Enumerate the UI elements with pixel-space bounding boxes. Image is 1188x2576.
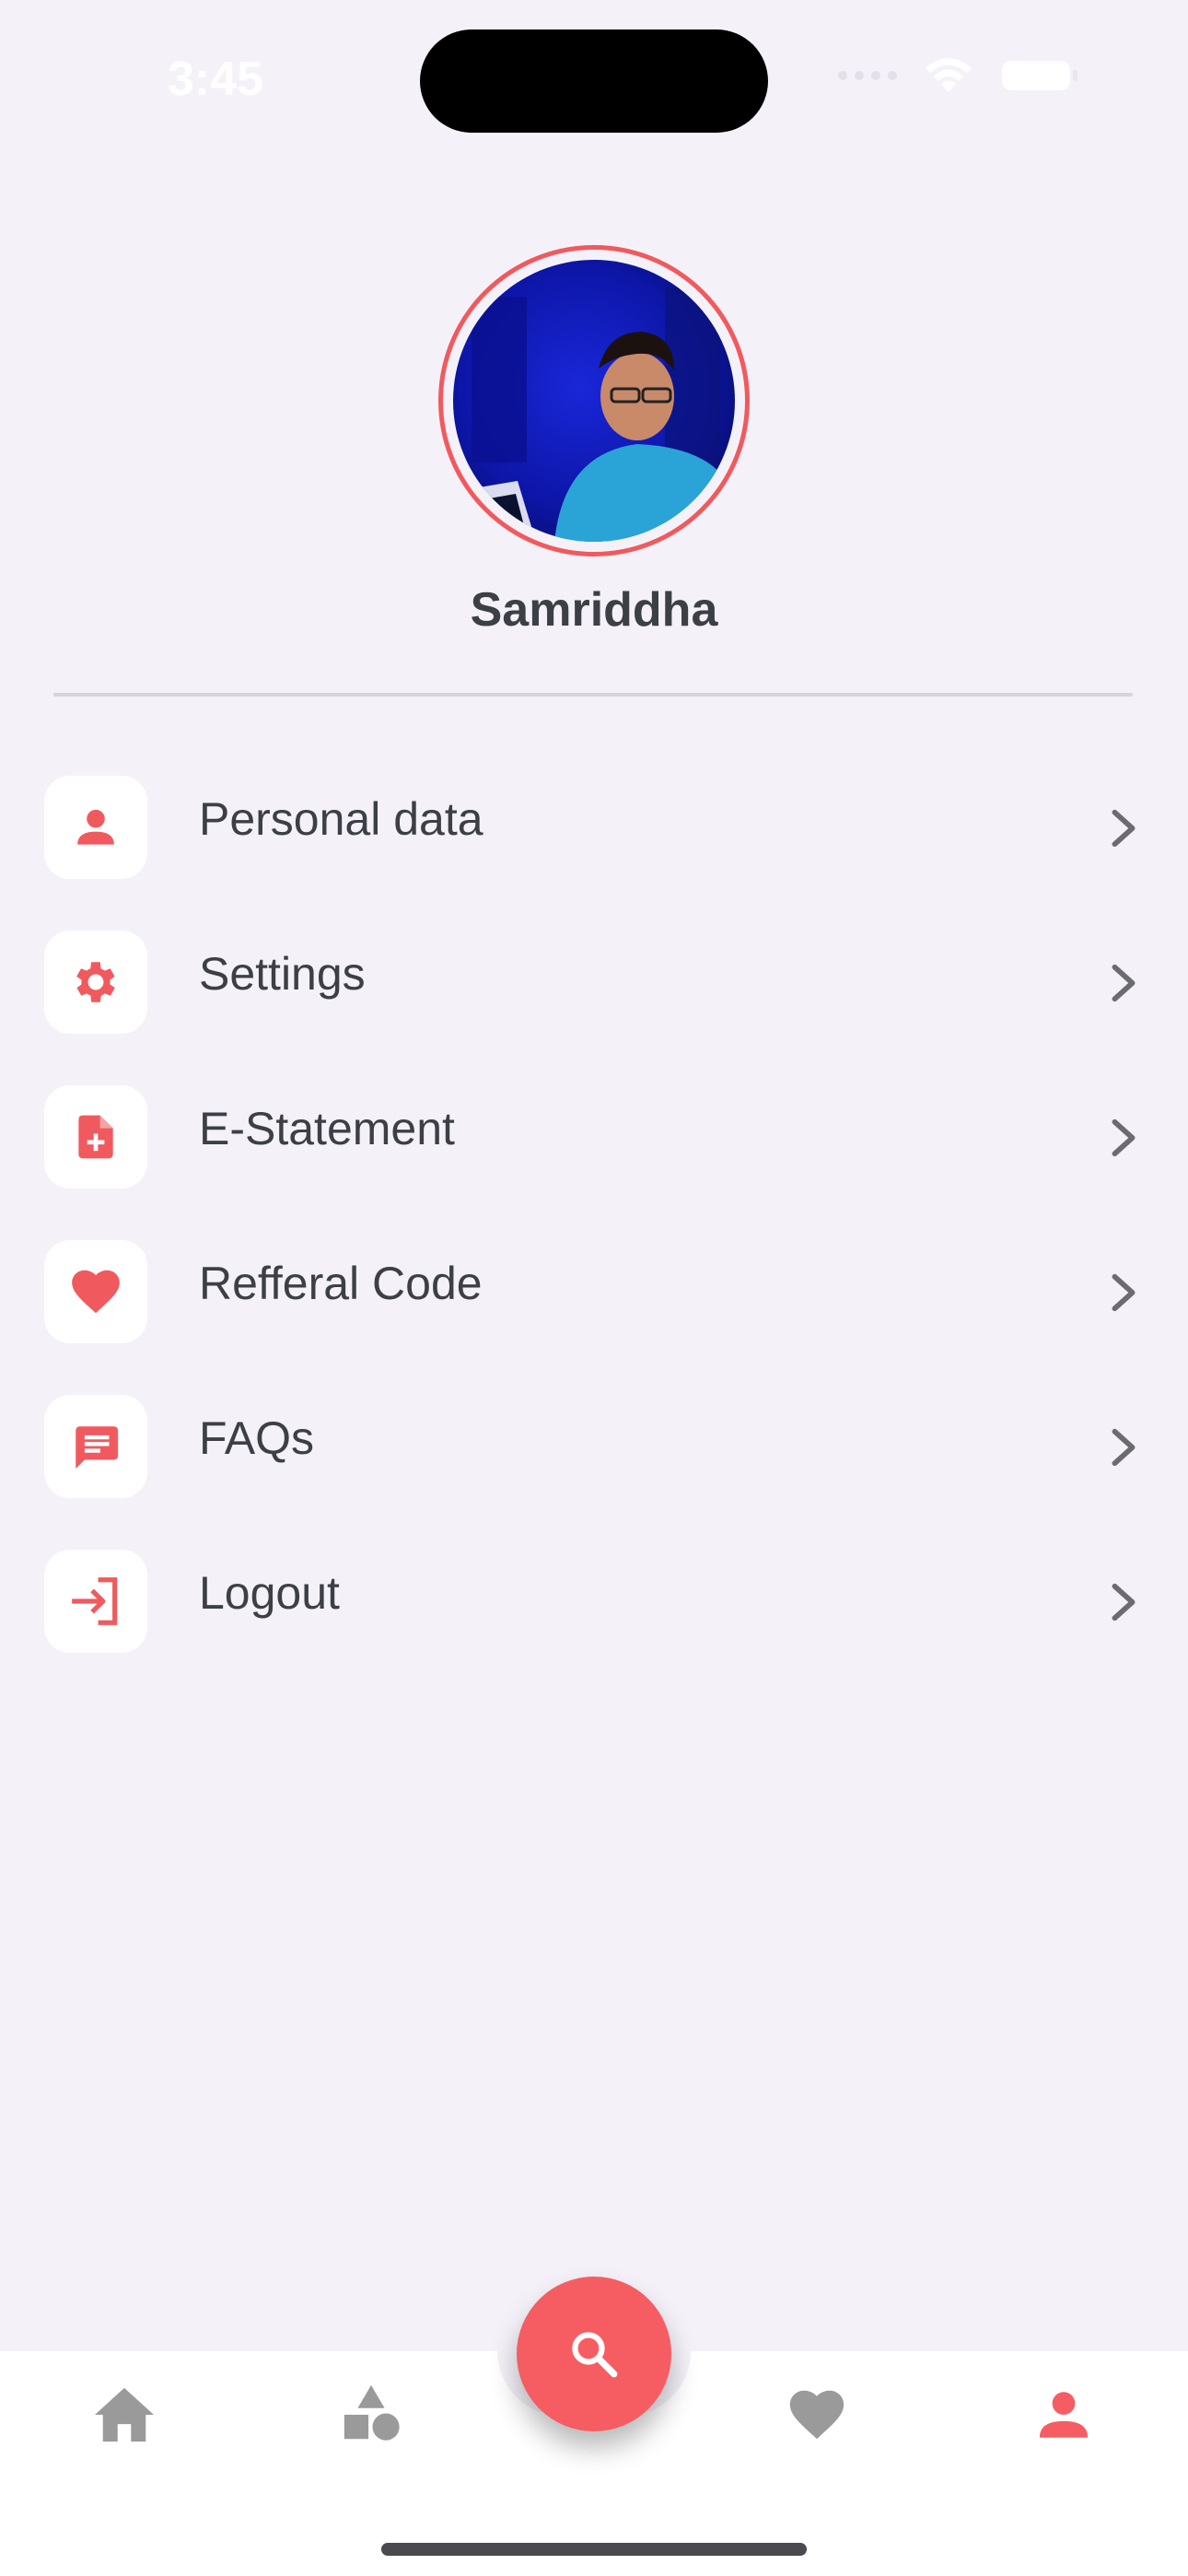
person-icon xyxy=(1039,2392,1089,2438)
menu-item-logout[interactable]: Logout xyxy=(0,1550,1188,1704)
nav-categories[interactable] xyxy=(339,2383,403,2447)
menu-icon-box xyxy=(44,1085,147,1188)
menu-item-label: Personal data xyxy=(199,793,483,845)
profile-name: Samriddha xyxy=(470,583,718,637)
heart-icon xyxy=(72,1270,120,1314)
search-icon xyxy=(572,2332,618,2378)
menu-item-label: Logout xyxy=(199,1567,340,1619)
menu-item-e-statement[interactable]: E-Statement xyxy=(0,1085,1188,1240)
person-icon xyxy=(77,809,114,845)
battery-icon xyxy=(1002,61,1077,90)
wifi-icon xyxy=(926,58,972,92)
menu-item-label: Refferal Code xyxy=(199,1258,483,1309)
menu-item-faqs[interactable]: FAQs xyxy=(0,1395,1188,1550)
menu-icon-box xyxy=(44,931,147,1034)
nav-home[interactable] xyxy=(92,2383,157,2447)
document-add-icon xyxy=(78,1115,113,1159)
menu-icon-box xyxy=(44,1240,147,1343)
nav-favorites[interactable] xyxy=(785,2383,849,2447)
menu-item-personal-data[interactable]: Personal data xyxy=(0,776,1188,931)
avatar xyxy=(453,260,735,542)
menu-item-refferal-code[interactable]: Refferal Code xyxy=(0,1240,1188,1395)
chevron-right-icon xyxy=(1112,1273,1136,1312)
avatar-photo xyxy=(453,260,735,542)
home-indicator[interactable] xyxy=(381,2543,807,2556)
menu-item-label: Settings xyxy=(199,948,366,1000)
logout-icon xyxy=(72,1577,118,1625)
menu-icon-box xyxy=(44,1395,147,1498)
chat-icon xyxy=(76,1426,119,1469)
cellular-signal-icon xyxy=(838,71,897,80)
nav-profile[interactable] xyxy=(1031,2383,1096,2447)
chevron-right-icon xyxy=(1112,1118,1136,1157)
status-time: 3:45 xyxy=(168,53,264,106)
divider xyxy=(53,693,1133,697)
chevron-right-icon xyxy=(1112,1583,1136,1622)
status-bar: 3:45 xyxy=(0,0,1188,157)
chevron-right-icon xyxy=(1112,964,1136,1002)
menu-icon-box xyxy=(44,776,147,879)
status-indicators xyxy=(838,55,1079,96)
profile-menu: Personal data Settings E-Statement Reffe… xyxy=(0,776,1188,1704)
menu-item-settings[interactable]: Settings xyxy=(0,931,1188,1085)
home-icon xyxy=(95,2387,154,2442)
nav-search[interactable] xyxy=(517,2277,671,2431)
shapes-icon xyxy=(344,2384,400,2441)
menu-icon-box xyxy=(44,1550,147,1653)
chevron-right-icon xyxy=(1112,809,1136,848)
heart-icon xyxy=(789,2390,844,2440)
menu-item-label: FAQs xyxy=(199,1412,315,1464)
dynamic-island xyxy=(420,29,768,133)
avatar-ring[interactable] xyxy=(438,245,750,556)
chevron-right-icon xyxy=(1112,1428,1136,1467)
menu-item-label: E-Statement xyxy=(199,1103,455,1154)
gear-icon xyxy=(76,962,115,1002)
